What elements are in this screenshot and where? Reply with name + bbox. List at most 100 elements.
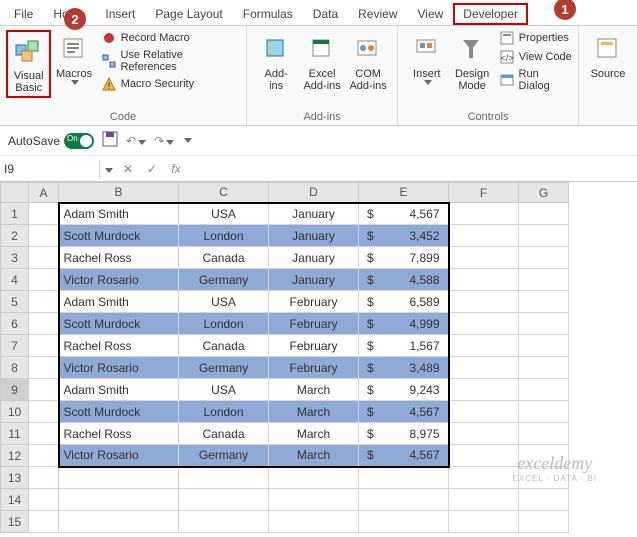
cell[interactable]: [29, 291, 59, 313]
cell[interactable]: [449, 511, 519, 533]
row-header-15[interactable]: 15: [1, 511, 29, 533]
cell-country[interactable]: London: [179, 313, 269, 335]
cell[interactable]: [519, 401, 569, 423]
cell-country[interactable]: London: [179, 225, 269, 247]
name-box-dropdown[interactable]: [100, 162, 116, 176]
cell-country[interactable]: USA: [179, 203, 269, 225]
cell-month[interactable]: February: [269, 357, 359, 379]
cell[interactable]: [519, 489, 569, 511]
cell[interactable]: [449, 379, 519, 401]
cell[interactable]: [519, 313, 569, 335]
row-header-9[interactable]: 9: [1, 379, 29, 401]
cell-month[interactable]: January: [269, 247, 359, 269]
col-header-B[interactable]: B: [59, 183, 179, 203]
cell[interactable]: [29, 489, 59, 511]
cell[interactable]: [29, 445, 59, 467]
cell-month[interactable]: January: [269, 269, 359, 291]
cell-amount[interactable]: $3,452: [359, 225, 449, 247]
row-header-11[interactable]: 11: [1, 423, 29, 445]
tab-insert[interactable]: Insert: [95, 3, 145, 25]
save-icon[interactable]: [102, 131, 118, 150]
cell[interactable]: [519, 335, 569, 357]
cell-month[interactable]: March: [269, 379, 359, 401]
cell[interactable]: [519, 357, 569, 379]
cell[interactable]: [59, 511, 179, 533]
macro-security-button[interactable]: ! Macro Security: [101, 76, 240, 92]
cell[interactable]: [29, 511, 59, 533]
insert-control-button[interactable]: Insert: [404, 30, 449, 87]
cell[interactable]: [269, 467, 359, 489]
cell[interactable]: [29, 225, 59, 247]
tab-formulas[interactable]: Formulas: [233, 3, 303, 25]
cell[interactable]: [519, 225, 569, 247]
cell-month[interactable]: February: [269, 291, 359, 313]
view-code-button[interactable]: </> View Code: [499, 49, 572, 65]
cell[interactable]: [449, 247, 519, 269]
cell-name[interactable]: Scott Murdock: [59, 401, 179, 423]
cell[interactable]: [449, 423, 519, 445]
tab-file[interactable]: File: [4, 3, 43, 25]
fx-icon[interactable]: fx: [164, 162, 188, 176]
cell-month[interactable]: January: [269, 203, 359, 225]
cell-amount[interactable]: $4,567: [359, 401, 449, 423]
tab-developer[interactable]: Developer: [453, 3, 528, 25]
cell[interactable]: [449, 225, 519, 247]
undo-icon[interactable]: ↶: [126, 134, 146, 148]
formula-bar[interactable]: [188, 167, 637, 171]
cell[interactable]: [519, 269, 569, 291]
cell[interactable]: [359, 511, 449, 533]
com-addins-button[interactable]: COM Add-ins: [345, 30, 391, 94]
cell-amount[interactable]: $3,489: [359, 357, 449, 379]
tab-page-layout[interactable]: Page Layout: [145, 3, 232, 25]
cell-name[interactable]: Rachel Ross: [59, 335, 179, 357]
cell-amount[interactable]: $7,899: [359, 247, 449, 269]
cell[interactable]: [29, 203, 59, 225]
visual-basic-button[interactable]: Visual Basic: [6, 30, 51, 98]
cell-country[interactable]: Germany: [179, 357, 269, 379]
cell[interactable]: [359, 489, 449, 511]
cell-amount[interactable]: $4,567: [359, 203, 449, 225]
row-header-5[interactable]: 5: [1, 291, 29, 313]
cell[interactable]: [269, 511, 359, 533]
cell[interactable]: [179, 511, 269, 533]
cell[interactable]: [449, 203, 519, 225]
cell[interactable]: [29, 269, 59, 291]
row-header-14[interactable]: 14: [1, 489, 29, 511]
cell-name[interactable]: Adam Smith: [59, 379, 179, 401]
cell-country[interactable]: Canada: [179, 335, 269, 357]
cell-month[interactable]: March: [269, 401, 359, 423]
cell[interactable]: [59, 467, 179, 489]
cell-amount[interactable]: $4,567: [359, 445, 449, 467]
cell-country[interactable]: London: [179, 401, 269, 423]
cell[interactable]: [519, 203, 569, 225]
cell[interactable]: [449, 291, 519, 313]
cell-amount[interactable]: $6,589: [359, 291, 449, 313]
row-header-1[interactable]: 1: [1, 203, 29, 225]
cell[interactable]: [449, 489, 519, 511]
cell-name[interactable]: Scott Murdock: [59, 313, 179, 335]
cell[interactable]: [29, 313, 59, 335]
col-header-F[interactable]: F: [449, 183, 519, 203]
cell-country[interactable]: Germany: [179, 445, 269, 467]
cell[interactable]: [449, 467, 519, 489]
redo-icon[interactable]: ↷: [154, 134, 174, 148]
worksheet-grid[interactable]: A B C D E F G 1Adam SmithUSAJanuary$4,56…: [0, 182, 637, 533]
row-header-7[interactable]: 7: [1, 335, 29, 357]
cell[interactable]: [519, 379, 569, 401]
properties-button[interactable]: Properties: [499, 30, 572, 46]
autosave-toggle[interactable]: AutoSave On: [8, 133, 94, 149]
cell-name[interactable]: Victor Rosario: [59, 445, 179, 467]
cell-name[interactable]: Rachel Ross: [59, 423, 179, 445]
cell-name[interactable]: Adam Smith: [59, 203, 179, 225]
row-header-8[interactable]: 8: [1, 357, 29, 379]
cell-name[interactable]: Rachel Ross: [59, 247, 179, 269]
cell[interactable]: [449, 401, 519, 423]
use-relative-refs-button[interactable]: Use Relative References: [101, 49, 240, 73]
row-header-6[interactable]: 6: [1, 313, 29, 335]
cell[interactable]: [29, 423, 59, 445]
cell[interactable]: [519, 247, 569, 269]
cell-month[interactable]: January: [269, 225, 359, 247]
addins-button[interactable]: Add- ins: [253, 30, 299, 94]
cell-amount[interactable]: $9,243: [359, 379, 449, 401]
cell[interactable]: [179, 467, 269, 489]
